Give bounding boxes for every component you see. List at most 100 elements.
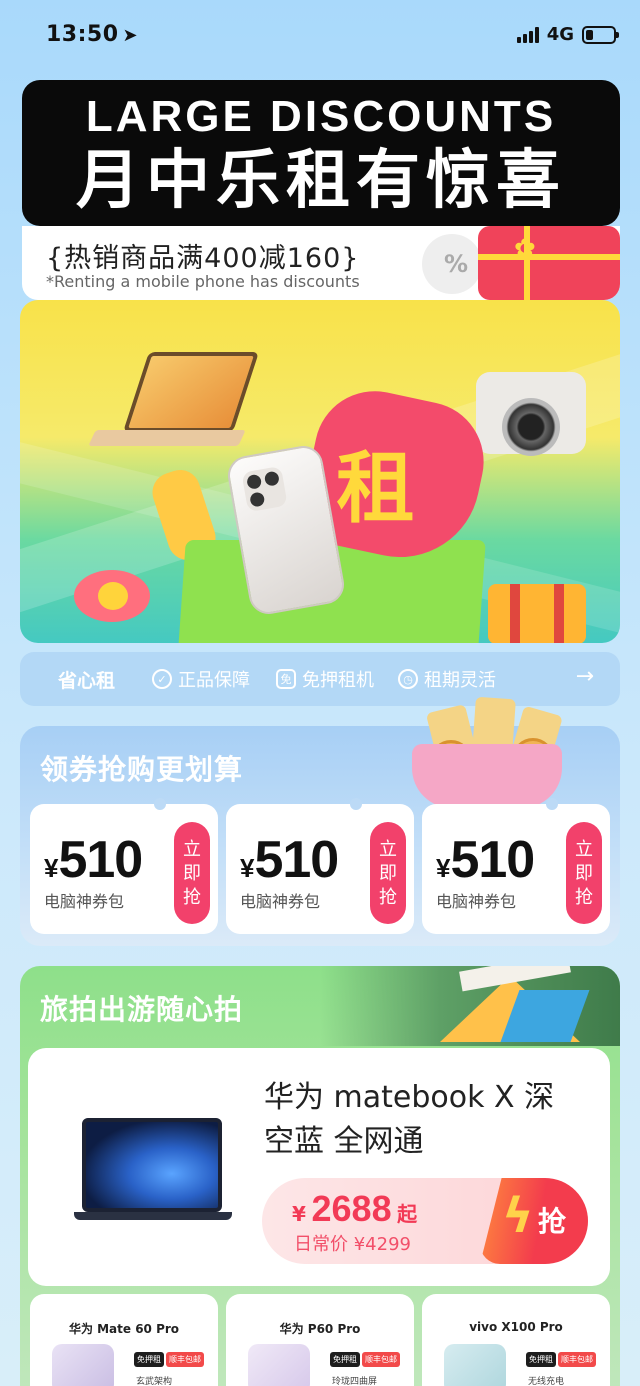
- shield-check-icon: ✓: [152, 669, 172, 689]
- product-price: ¥ 2688 起: [292, 1188, 417, 1230]
- service-bar[interactable]: 省心租 ✓ 正品保障 免免押租机 ◷ 租期灵活 →: [20, 652, 620, 706]
- grab-coupon-button[interactable]: 立即抢: [370, 822, 406, 924]
- mini-product-name: vivo X100 Pro: [469, 1320, 563, 1334]
- travel-section: 旅拍出游随心拍 华为 matebook X 深空蓝 全网通 ¥ 2688 起 日…: [20, 966, 620, 1386]
- mini-product-feature: 玲珑四曲屏: [332, 1377, 378, 1386]
- location-arrow-icon: ➤: [122, 25, 139, 46]
- promo-main-text: {热销商品满400减160}: [46, 243, 360, 274]
- product-name: 华为 matebook X 深空蓝 全网通: [264, 1080, 555, 1159]
- coupon-label: 电脑神券包: [44, 892, 125, 911]
- status-bar: 13:50 ➤ 4G: [0, 0, 640, 70]
- service-item-flexible: ◷ 租期灵活: [398, 666, 496, 692]
- currency-symbol: ¥: [44, 853, 59, 883]
- phone-product-image: [248, 1344, 310, 1386]
- mini-product-card[interactable]: 华为 Mate 60 Pro 免押租 顺丰包邮 玄武架构: [30, 1294, 218, 1386]
- coupon-card[interactable]: ¥510 电脑神券包 立即抢: [226, 798, 414, 934]
- coupon-card[interactable]: ¥510 电脑神券包 立即抢: [422, 798, 610, 934]
- service-item-label: 正品保障: [178, 670, 250, 691]
- laptop-illustration: [88, 352, 259, 452]
- service-brand: 省心租: [58, 670, 116, 692]
- currency-symbol: ¥: [436, 853, 451, 883]
- tag-free-shipping: 顺丰包邮: [362, 1352, 400, 1367]
- mini-product-card[interactable]: 华为 P60 Pro 免押租 顺丰包邮 玲珑四曲屏: [226, 1294, 414, 1386]
- mini-product-card[interactable]: vivo X100 Pro 免押租 顺丰包邮 无线充电: [422, 1294, 610, 1386]
- mini-product-name: 华为 P60 Pro: [279, 1322, 361, 1336]
- coupon-card[interactable]: ¥510 电脑神券包 立即抢: [30, 798, 218, 934]
- travel-section-title: 旅拍出游随心拍: [40, 993, 244, 1026]
- price-amount: 2688: [311, 1188, 392, 1229]
- currency-symbol: ¥: [292, 1202, 306, 1226]
- tag-deposit-free: 免押租: [134, 1352, 164, 1367]
- coupon-section-title: 领券抢购更划算: [40, 753, 244, 786]
- headline-english: LARGE DISCOUNTS: [85, 92, 557, 141]
- arrow-right-icon[interactable]: →: [576, 664, 594, 689]
- lightning-icon: ϟ: [502, 1188, 534, 1244]
- phone-product-image: [444, 1344, 506, 1386]
- original-price: 日常价 ¥4299: [294, 1234, 411, 1255]
- coupon-amount: 510: [254, 831, 339, 889]
- coupon-value: ¥510: [436, 830, 535, 890]
- rent-sign-char: 租: [336, 444, 415, 535]
- headline-chinese: 月中乐租有惊喜: [76, 144, 566, 218]
- tag-deposit-free: 免押租: [526, 1352, 556, 1367]
- coupon-label: 电脑神券包: [436, 892, 517, 911]
- price-suffix: 起: [397, 1202, 418, 1226]
- tent-illustration: [420, 966, 590, 1044]
- price-pill[interactable]: ¥ 2688 起 日常价 ¥4299 ϟ 抢: [262, 1178, 588, 1264]
- coupon-value: ¥510: [240, 830, 339, 890]
- deposit-free-icon: 免: [276, 669, 296, 689]
- laptop-product-image: [74, 1118, 240, 1222]
- coupon-section: 领券抢购更划算 ¥510 电脑神券包 立即抢 ¥510 电脑神券包 立即抢 ¥5…: [20, 696, 620, 946]
- grab-coupon-button[interactable]: 立即抢: [174, 822, 210, 924]
- service-item-label: 租期灵活: [424, 670, 496, 691]
- mini-product-feature: 玄武架构: [136, 1377, 173, 1386]
- status-indicators: 4G: [516, 24, 619, 45]
- grab-button[interactable]: ϟ 抢: [480, 1178, 588, 1264]
- mini-product-feature: 无线充电: [528, 1377, 565, 1386]
- coupon-amount: 510: [58, 831, 143, 889]
- network-type: 4G: [546, 24, 574, 45]
- grab-button-label: 抢: [538, 1205, 567, 1238]
- discount-badge-icon: %: [422, 234, 482, 294]
- grab-coupon-label: 立即抢: [183, 839, 201, 908]
- featured-product-card[interactable]: 华为 matebook X 深空蓝 全网通 ¥ 2688 起 日常价 ¥4299…: [28, 1048, 610, 1286]
- hero-banner[interactable]: 租: [20, 300, 620, 643]
- flower-illustration: [64, 570, 154, 630]
- coupon-label: 电脑神券包: [240, 892, 321, 911]
- grab-coupon-button[interactable]: 立即抢: [566, 822, 602, 924]
- ribbon-horizontal: [478, 254, 620, 260]
- promo-strip[interactable]: {热销商品满400减160} *Renting a mobile phone h…: [22, 226, 620, 300]
- signal-icon: [516, 26, 539, 43]
- ribbon-bow-icon: ✿: [514, 234, 536, 264]
- currency-symbol: ¥: [240, 853, 255, 883]
- discount-symbol: %: [444, 250, 469, 278]
- status-time: 13:50 ➤: [46, 22, 138, 47]
- tag-deposit-free: 免押租: [330, 1352, 360, 1367]
- grab-coupon-label: 立即抢: [575, 839, 593, 908]
- service-item-deposit-free: 免免押租机: [276, 666, 374, 692]
- mini-product-name: 华为 Mate 60 Pro: [68, 1322, 180, 1336]
- coupon-notch: [546, 798, 558, 810]
- tag-free-shipping: 顺丰包邮: [558, 1352, 596, 1367]
- camera-illustration: [476, 372, 586, 456]
- mini-product-tags: 免押租 顺丰包邮: [526, 1352, 596, 1367]
- coupon-basket-illustration: [412, 696, 582, 814]
- battery-level: [586, 29, 593, 40]
- grab-coupon-label: 立即抢: [379, 839, 397, 908]
- service-item-label: 免押租机: [302, 670, 374, 691]
- battery-icon: [582, 25, 619, 44]
- suitcase-illustration: [488, 584, 586, 643]
- clock-icon: ◷: [398, 669, 418, 689]
- headline-banner: LARGE DISCOUNTS 月中乐租有惊喜: [22, 80, 620, 226]
- coupon-amount: 510: [450, 831, 535, 889]
- phone-product-image: [52, 1344, 114, 1386]
- mini-product-tags: 免押租 顺丰包邮: [134, 1352, 204, 1367]
- coupon-value: ¥510: [44, 830, 143, 890]
- gift-box-icon: ✿: [478, 226, 620, 300]
- coupon-notch: [350, 798, 362, 810]
- coupon-notch: [154, 798, 166, 810]
- tag-free-shipping: 顺丰包邮: [166, 1352, 204, 1367]
- status-time-text: 13:50: [46, 22, 119, 47]
- service-item-authentic: ✓ 正品保障: [152, 666, 250, 692]
- promo-sub-text: *Renting a mobile phone has discounts: [46, 272, 360, 291]
